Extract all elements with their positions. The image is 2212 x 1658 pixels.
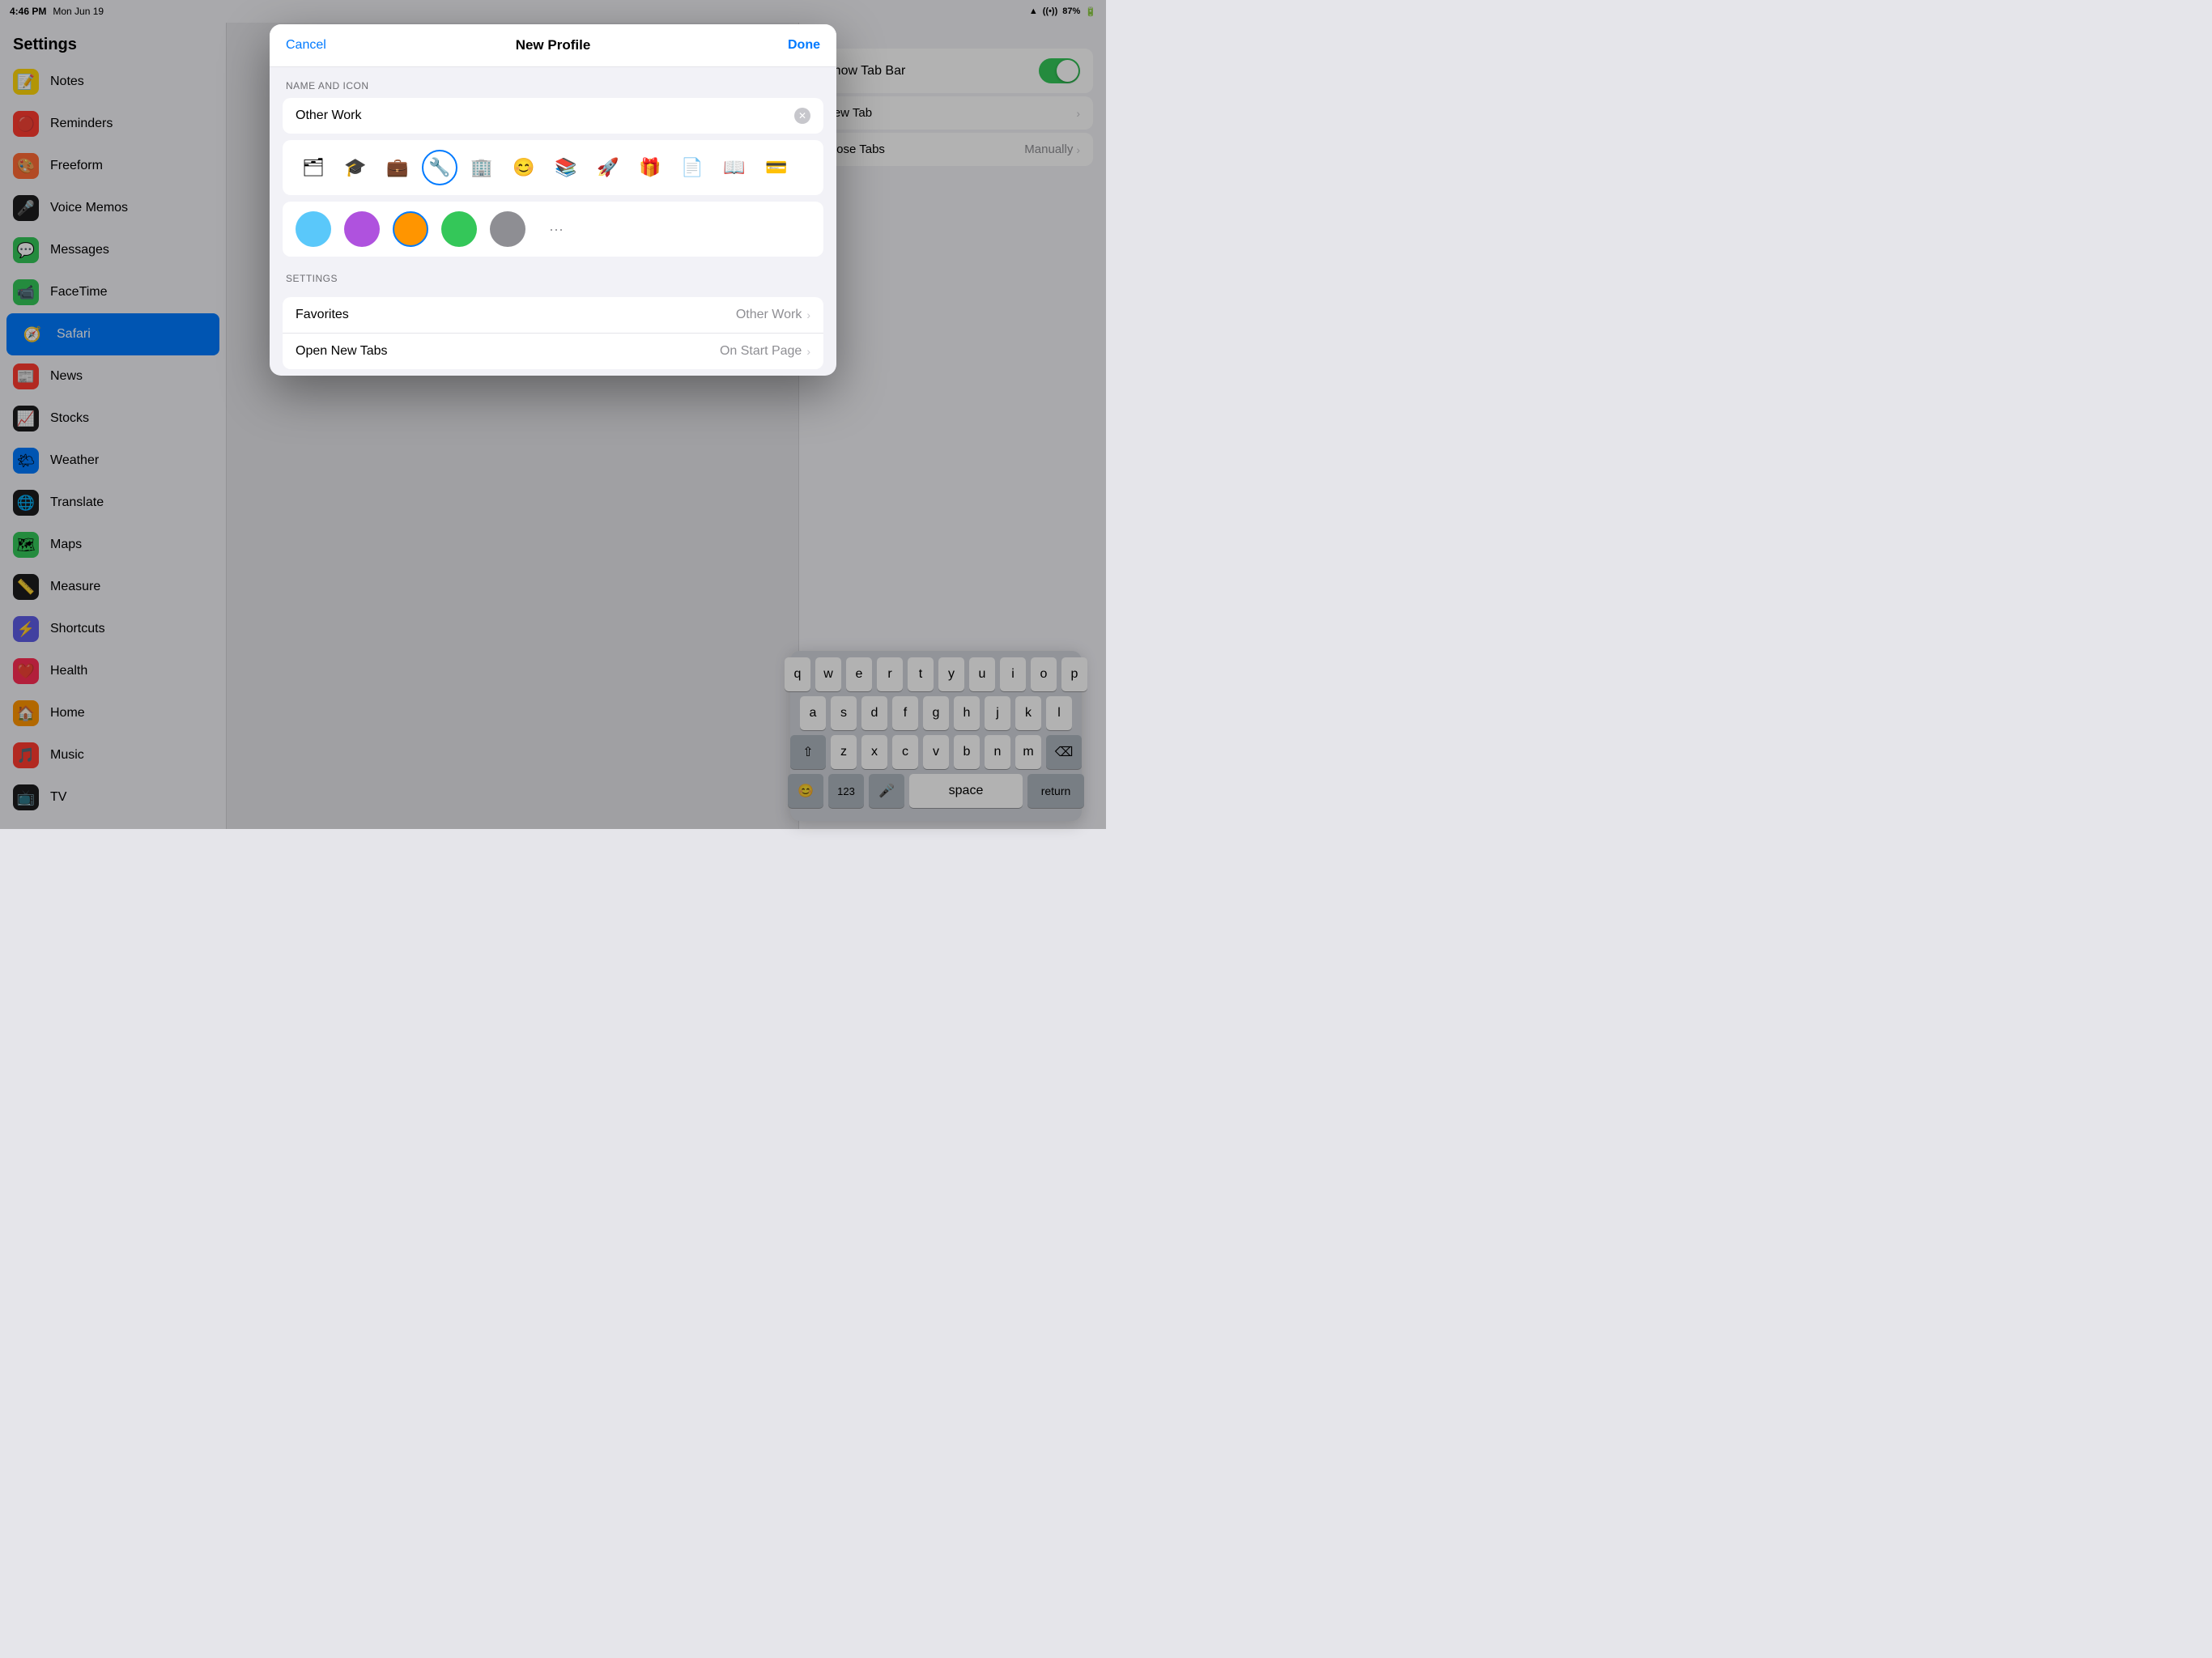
settings-section-label: SETTINGS [270, 260, 836, 291]
cancel-button[interactable]: Cancel [286, 38, 351, 53]
icon-grid: 🗂🎓💼🔧🏢😊📚🚀🎁📄📖💳 [283, 140, 823, 195]
color-grid: ··· [283, 202, 823, 257]
color-option-1[interactable] [344, 211, 380, 247]
icon-option-0[interactable]: 🗂 [296, 150, 331, 185]
icon-option-8[interactable]: 🎁 [632, 150, 668, 185]
icon-option-9[interactable]: 📄 [674, 150, 710, 185]
more-colors-button[interactable]: ··· [538, 211, 574, 247]
icon-option-6[interactable]: 📚 [548, 150, 584, 185]
settings-row-chevron-0: › [806, 308, 810, 321]
color-option-2[interactable] [393, 211, 428, 247]
icon-option-3[interactable]: 🔧 [422, 150, 457, 185]
icon-option-4[interactable]: 🏢 [464, 150, 500, 185]
icon-option-10[interactable]: 📖 [717, 150, 752, 185]
settings-row-value-1: On Start Page [720, 344, 802, 359]
color-option-3[interactable] [441, 211, 477, 247]
icon-option-7[interactable]: 🚀 [590, 150, 626, 185]
settings-row-0[interactable]: Favorites Other Work › [283, 297, 823, 334]
settings-row-right-0: Other Work › [736, 308, 810, 322]
icon-option-5[interactable]: 😊 [506, 150, 542, 185]
settings-row-chevron-1: › [806, 345, 810, 358]
icon-option-1[interactable]: 🎓 [338, 150, 373, 185]
profile-name-input-row[interactable]: ✕ [283, 98, 823, 134]
icon-option-11[interactable]: 💳 [759, 150, 794, 185]
color-option-0[interactable] [296, 211, 331, 247]
new-profile-modal: Cancel New Profile Done NAME AND ICON ✕ … [270, 24, 836, 376]
done-button[interactable]: Done [755, 38, 820, 53]
name-icon-section-label: NAME AND ICON [270, 67, 836, 98]
settings-row-label-1: Open New Tabs [296, 344, 388, 359]
settings-row-label-0: Favorites [296, 308, 349, 322]
settings-row-right-1: On Start Page › [720, 344, 810, 359]
settings-rows: Favorites Other Work › Open New Tabs On … [283, 297, 823, 369]
profile-name-input[interactable] [296, 108, 788, 123]
clear-input-button[interactable]: ✕ [794, 108, 810, 124]
color-option-4[interactable] [490, 211, 525, 247]
settings-row-value-0: Other Work [736, 308, 802, 322]
modal-header: Cancel New Profile Done [270, 24, 836, 67]
modal-overlay: Cancel New Profile Done NAME AND ICON ✕ … [0, 0, 1106, 829]
modal-title: New Profile [351, 37, 755, 53]
icon-option-2[interactable]: 💼 [380, 150, 415, 185]
settings-row-1[interactable]: Open New Tabs On Start Page › [283, 334, 823, 369]
